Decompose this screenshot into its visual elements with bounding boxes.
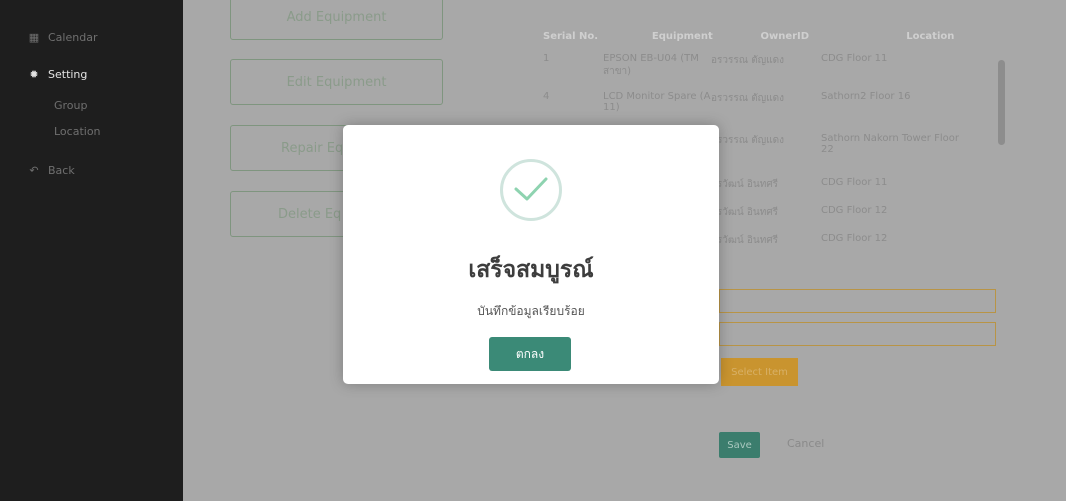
save-button[interactable]: Save	[719, 432, 760, 458]
cell-owner: จีรวัฒน์ อินทศรี	[711, 235, 779, 246]
sidebar-item-calendar[interactable]: ▦ Calendar	[28, 31, 98, 44]
cell-location: CDG Floor 12	[821, 205, 888, 216]
header-equipment: Equipment	[651, 30, 713, 42]
cell-owner: จีรวัฒน์ อินทศรี	[711, 207, 779, 218]
select-item-button[interactable]: Select Item	[721, 358, 798, 386]
cell-location: CDG Floor 11	[821, 177, 888, 188]
cell-owner: อรวรรณ ตัญแดง	[711, 93, 785, 104]
cell-owner: อรวรรณ ตัญแดง	[711, 55, 785, 66]
cell-location: CDG Floor 12	[821, 233, 888, 244]
success-modal: เสร็จสมบูรณ์ บันทึกข้อมูลเรียบร้อย ตกลง	[343, 125, 719, 384]
table-row[interactable]: 4 LCD Monitor Spare (A 11) อรวรรณ ตัญแดง…	[543, 85, 1003, 127]
sidebar-item-back[interactable]: ↶ Back	[28, 164, 75, 177]
form-field-1[interactable]	[719, 289, 996, 313]
cell-equipment: LCD Monitor Spare (A 11)	[603, 91, 711, 113]
header-serial: Serial No.	[543, 30, 599, 42]
cell-location: Sathorn Nakorn Tower Floor 22	[821, 133, 959, 155]
success-check-icon	[500, 159, 562, 221]
sidebar-item-group[interactable]: Group	[54, 99, 88, 112]
sidebar-item-setting[interactable]: ✹ Setting	[28, 68, 87, 81]
gear-icon: ✹	[29, 68, 39, 81]
header-owner: OwnerID	[760, 30, 810, 42]
cell-owner: จีรวัฒน์ อินทศรี	[711, 179, 779, 190]
modal-message: บันทึกข้อมูลเรียบร้อย	[477, 304, 585, 318]
back-arrow-icon: ↶	[29, 164, 39, 177]
sidebar-item-location[interactable]: Location	[54, 125, 101, 138]
sidebar-item-label: Back	[48, 164, 75, 177]
form-field-2[interactable]	[719, 322, 996, 346]
modal-title: เสร็จสมบูรณ์	[468, 257, 594, 283]
cell-location: Sathorn2 Floor 16	[821, 91, 911, 102]
add-equipment-button[interactable]: Add Equipment	[230, 0, 443, 40]
sidebar: ▦ Calendar ✹ Setting Group Location ↶ Ba…	[0, 0, 183, 501]
cancel-button[interactable]: Cancel	[787, 437, 824, 450]
sidebar-item-label: Setting	[48, 68, 88, 81]
table-header: Serial No. Equipment OwnerID Location	[543, 25, 1003, 47]
ok-button[interactable]: ตกลง	[489, 337, 571, 371]
table-scrollbar[interactable]	[998, 60, 1005, 145]
cell-equipment: EPSON EB-U04 (TM สาขา)	[603, 53, 699, 77]
edit-equipment-button[interactable]: Edit Equipment	[230, 59, 443, 105]
cell-serial: 1	[543, 53, 550, 64]
calendar-icon: ▦	[28, 31, 40, 44]
cell-serial: 4	[543, 91, 550, 102]
table-row[interactable]: 1 EPSON EB-U04 (TM สาขา) อรวรรณ ตัญแดง C…	[543, 47, 1003, 85]
sidebar-item-label: Calendar	[48, 31, 98, 44]
cell-location: CDG Floor 11	[821, 53, 888, 64]
cell-owner: อรวรรณ ตัญแดง	[711, 135, 785, 146]
header-location: Location	[906, 30, 955, 42]
